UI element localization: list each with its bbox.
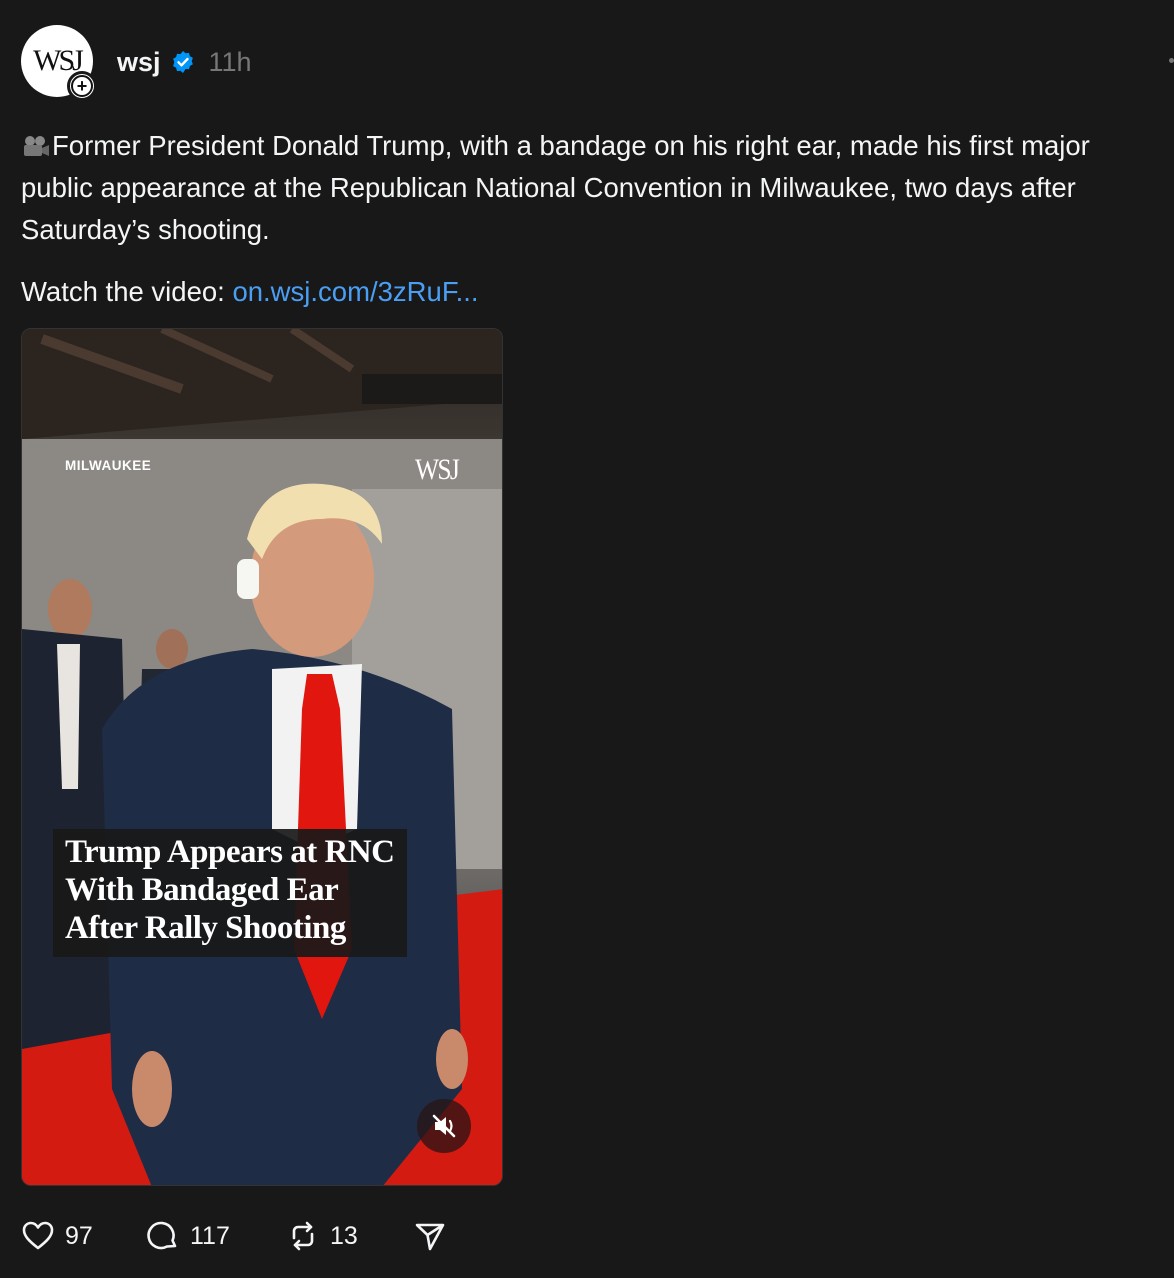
video-brand-logo: WSJ	[415, 453, 460, 486]
username[interactable]: wsj	[117, 47, 161, 78]
repost-count: 13	[330, 1221, 358, 1250]
post-caption: Former President Donald Trump, with a ba…	[21, 125, 1161, 251]
like-button[interactable]: 97	[21, 1219, 93, 1253]
share-button[interactable]	[413, 1219, 447, 1253]
reply-button[interactable]: 117	[146, 1219, 230, 1253]
video-player[interactable]: MILWAUKEE WSJ Trump Appears at RNC With …	[21, 328, 503, 1186]
avatar[interactable]: WSJ +	[21, 25, 97, 101]
share-icon	[415, 1223, 445, 1251]
mute-icon	[432, 1114, 456, 1138]
verified-badge-icon	[172, 51, 193, 73]
more-options-icon[interactable]	[1169, 58, 1174, 63]
heart-icon	[22, 1221, 54, 1250]
video-location-label: MILWAUKEE	[65, 458, 152, 473]
video-headline: Trump Appears at RNC With Bandaged Ear A…	[53, 829, 407, 957]
follow-plus-icon: +	[71, 75, 93, 97]
post-header: wsj 11h	[117, 42, 252, 82]
mute-button[interactable]	[417, 1099, 471, 1153]
like-count: 97	[65, 1221, 93, 1250]
post-time: 11h	[208, 46, 252, 77]
repost-button[interactable]: 13	[286, 1219, 358, 1253]
video-link[interactable]: on.wsj.com/3zRuF...	[232, 276, 478, 307]
movie-camera-icon	[24, 136, 49, 156]
repost-icon	[292, 1221, 314, 1251]
follow-button[interactable]: +	[67, 71, 97, 101]
comment-icon	[147, 1221, 177, 1250]
reply-count: 117	[190, 1221, 230, 1250]
watch-prefix: Watch the video:	[21, 276, 233, 307]
caption-text: Former President Donald Trump, with a ba…	[21, 130, 1090, 245]
watch-line: Watch the video: on.wsj.com/3zRuF...	[21, 272, 479, 312]
